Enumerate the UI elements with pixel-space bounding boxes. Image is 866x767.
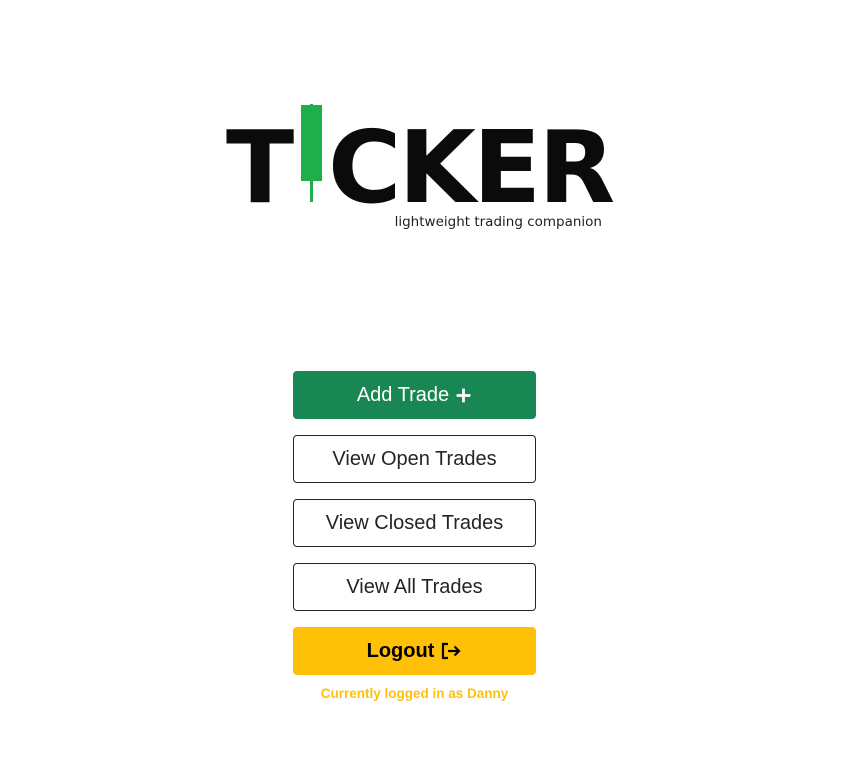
logo-letter-t: T [226, 109, 295, 226]
plus-icon [455, 387, 472, 404]
add-trade-label: Add Trade [356, 383, 450, 406]
candle-body [301, 105, 322, 181]
view-all-trades-label: View All Trades [346, 575, 483, 598]
view-closed-trades-button[interactable]: View Closed Trades [293, 499, 536, 547]
logged-in-status: Currently logged in as Danny [320, 686, 509, 701]
main-menu: Add Trade View Open Trades View Closed T… [293, 371, 536, 701]
logo-letters-rest: CKER [328, 109, 615, 226]
view-open-trades-label: View Open Trades [332, 447, 497, 470]
view-all-trades-button[interactable]: View All Trades [293, 563, 536, 611]
logout-icon [440, 641, 462, 661]
logout-label: Logout [366, 639, 435, 662]
logo-tagline: lightweight trading companion [394, 214, 602, 230]
view-open-trades-button[interactable]: View Open Trades [293, 435, 536, 483]
view-closed-trades-label: View Closed Trades [325, 511, 504, 534]
ticker-logo: T CKER lightweight trading companion [226, 104, 615, 234]
logout-button[interactable]: Logout [293, 627, 536, 675]
add-trade-button[interactable]: Add Trade [293, 371, 536, 419]
